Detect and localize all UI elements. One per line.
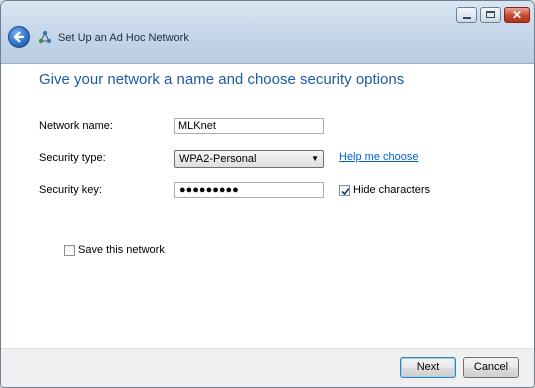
network-wizard-icon [38, 30, 52, 44]
back-arrow-icon [13, 31, 24, 43]
next-button[interactable]: Next [400, 357, 456, 378]
window-title: Set Up an Ad Hoc Network [58, 32, 189, 44]
network-name-input[interactable]: MLKnet [174, 118, 324, 134]
title-bar: ✕ Set Up an Ad Hoc Network [1, 1, 534, 64]
button-bar: Next Cancel [1, 348, 534, 387]
back-button[interactable] [8, 26, 30, 48]
minimize-icon [463, 17, 471, 19]
cancel-button[interactable]: Cancel [463, 357, 519, 378]
network-name-label: Network name: [39, 120, 113, 132]
page-heading: Give your network a name and choose secu… [39, 71, 405, 88]
close-button[interactable]: ✕ [504, 7, 530, 23]
security-key-label: Security key: [39, 184, 102, 196]
checkmark-icon [341, 187, 350, 196]
minimize-button[interactable] [456, 7, 477, 23]
wizard-content: Give your network a name and choose secu… [1, 64, 534, 348]
save-network-label[interactable]: Save this network [78, 244, 165, 256]
save-network-checkbox[interactable] [64, 245, 75, 256]
maximize-icon [486, 11, 495, 18]
security-type-select[interactable]: WPA2-Personal ▼ [174, 150, 324, 168]
wizard-window: ✕ Set Up an Ad Hoc Network Give your net… [0, 0, 535, 388]
security-key-input[interactable]: ●●●●●●●●● [174, 182, 324, 198]
close-icon: ✕ [511, 8, 523, 22]
hide-characters-checkbox[interactable] [339, 185, 350, 196]
hide-characters-label[interactable]: Hide characters [353, 184, 430, 196]
dropdown-arrow-icon: ▼ [311, 154, 319, 163]
security-type-label: Security type: [39, 152, 106, 164]
help-me-choose-link[interactable]: Help me choose [339, 151, 419, 163]
security-type-value: WPA2-Personal [179, 153, 257, 165]
maximize-button[interactable] [480, 7, 501, 23]
